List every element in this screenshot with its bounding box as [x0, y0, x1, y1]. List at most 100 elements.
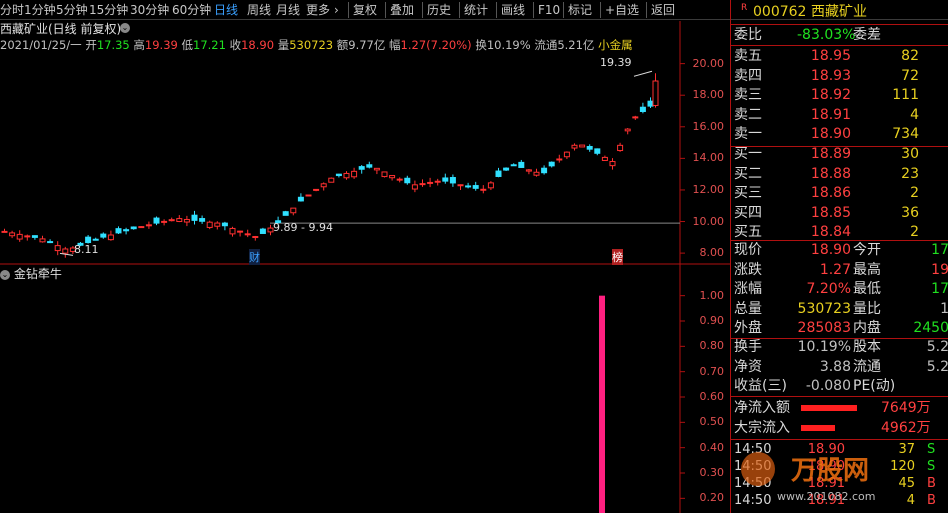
candle-body — [328, 177, 335, 183]
indicator-menu-icon[interactable]: ⌄ — [0, 269, 10, 280]
tab-more[interactable]: 更多 — [306, 2, 330, 18]
tab-5min[interactable]: 5分钟 — [56, 2, 88, 18]
level-price: 18.88 — [810, 165, 851, 182]
sell-level-row[interactable]: 卖五 18.95 82 — [731, 46, 948, 66]
tab-fenshi[interactable]: 分时 — [0, 2, 24, 18]
level-label: 卖四 — [734, 67, 762, 84]
low-annotation: 8.11 — [74, 243, 99, 256]
high-annotation: 19.39 — [600, 56, 632, 69]
flow-value: 7649万 — [881, 400, 931, 416]
tab-monthly[interactable]: 月线 — [276, 2, 300, 18]
buy-level-row[interactable]: 买一 18.89 30 — [731, 144, 948, 164]
stat-row[interactable]: 收益(三) -0.080 PE(动) — [731, 376, 948, 396]
more-arrow-icon[interactable]: › — [334, 2, 339, 18]
overlay-button[interactable]: 叠加 — [385, 2, 414, 18]
stat-label: 换手 — [734, 339, 762, 355]
stat-label-2: PE(动) — [853, 378, 896, 394]
level-label: 买三 — [734, 185, 762, 201]
candle-body — [168, 219, 175, 222]
candle-body — [571, 144, 578, 149]
stat-label-2: 今开 — [853, 242, 881, 258]
weibi-label: 委比 — [734, 27, 762, 43]
history-button[interactable]: 历史 — [422, 2, 451, 18]
candle-body — [259, 228, 266, 234]
adjust-button[interactable]: 复权 — [348, 2, 377, 18]
stat-label: 总量 — [734, 300, 762, 317]
sell-level-row[interactable]: 卖二 18.91 4 — [731, 105, 948, 125]
candle-body — [39, 238, 46, 243]
kline-chart-svg[interactable] — [0, 21, 730, 513]
candle-body — [153, 217, 160, 224]
level-volume: 734 — [892, 126, 919, 142]
level-price: 18.85 — [810, 204, 851, 221]
tab-30min[interactable]: 30分钟 — [130, 2, 169, 18]
stat-row[interactable]: 涨跌 1.27 最高 19 — [731, 260, 948, 280]
tab-60min[interactable]: 60分钟 — [172, 2, 211, 18]
stat-value-2: 17 — [931, 242, 948, 258]
sell-level-row[interactable]: 卖三 18.92 111 — [731, 85, 948, 105]
stat-row[interactable]: 净资 3.88 流通 5.2 — [731, 357, 948, 377]
tab-weekly[interactable]: 周线 — [247, 2, 271, 18]
candle-body — [624, 128, 631, 132]
candle-body — [176, 218, 183, 222]
tab-daily[interactable]: 日线 — [214, 2, 238, 18]
indicator-title[interactable]: ⌄ 金钻牵牛 — [0, 265, 62, 282]
rank-marker[interactable]: 榜 — [612, 249, 623, 265]
stat-row[interactable]: 涨幅 7.20% 最低 17 — [731, 279, 948, 299]
stat-label-2: 量比 — [853, 300, 881, 317]
chevron-down-icon[interactable]: ⌄ — [120, 23, 130, 33]
mark-button[interactable]: 标记 — [563, 2, 592, 18]
candle-body — [419, 183, 426, 186]
stat-row[interactable]: 现价 18.90 今开 17 — [731, 240, 948, 260]
flow-row[interactable]: 大宗流入 4962万 — [731, 418, 948, 438]
kline-chart-area[interactable]: 西藏矿业(日线 前复权) ⌄ 2021/01/25/一 开17.35 高19.3… — [0, 21, 730, 513]
level-volume: 111 — [892, 87, 919, 103]
level-volume: 30 — [901, 146, 919, 162]
sell-level-row[interactable]: 卖四 18.93 72 — [731, 66, 948, 86]
stat-row[interactable]: 总量 530723 量比 1 — [731, 299, 948, 319]
indicator-tick-label: 0.40 — [699, 440, 725, 454]
level-price: 18.93 — [810, 67, 851, 84]
finance-marker[interactable]: 财 — [249, 249, 260, 265]
candle-body — [525, 169, 532, 172]
flow-bar — [801, 405, 857, 411]
flow-row[interactable]: 净流入额 7649万 — [731, 398, 948, 418]
tab-15min[interactable]: 15分钟 — [89, 2, 128, 18]
stats-button[interactable]: 统计 — [459, 2, 488, 18]
buy-level-row[interactable]: 买五 18.84 2 — [731, 222, 948, 242]
sell-level-row[interactable]: 卖一 18.90 734 — [731, 124, 948, 144]
level-volume: 4 — [910, 106, 919, 123]
candle-body — [518, 161, 525, 168]
add-watchlist-button[interactable]: +自选 — [600, 2, 639, 18]
level-label: 卖一 — [734, 126, 762, 142]
buy-level-row[interactable]: 买三 18.86 2 — [731, 183, 948, 203]
buy-level-row[interactable]: 买四 18.85 36 — [731, 203, 948, 223]
f10-button[interactable]: F10 — [533, 2, 560, 18]
level-label: 买四 — [734, 204, 762, 221]
draw-button[interactable]: 画线 — [496, 2, 525, 18]
stat-row[interactable]: 外盘 285083 内盘 2450 — [731, 318, 948, 338]
level-label: 卖五 — [734, 48, 762, 64]
tab-1min[interactable]: 1分钟 — [24, 2, 56, 18]
close-value: 18.90 — [241, 38, 275, 52]
price-tick-label: 10.00 — [692, 214, 725, 228]
candle-body — [54, 245, 61, 252]
stat-row[interactable]: 换手 10.19% 股本 5.2 — [731, 337, 948, 357]
stat-value-2: 5.2 — [926, 358, 948, 375]
candle-body — [214, 222, 221, 227]
candle-body — [639, 106, 646, 113]
price-tick-label: 8.00 — [699, 246, 725, 260]
quote-bar: 2021/01/25/一 开17.35 高19.39 低17.21 收18.90… — [0, 37, 633, 53]
buy-level-row[interactable]: 买二 18.88 23 — [731, 164, 948, 184]
candle-body — [442, 177, 449, 182]
quote-panel: R 000762 西藏矿业 委比 -83.03% 委差 卖五 18.95 82 卖四 1… — [730, 0, 948, 513]
high-label: 高 — [133, 38, 145, 52]
back-button[interactable]: 返回 — [646, 2, 675, 18]
candle-body — [449, 177, 456, 184]
amt-label: 额 — [336, 38, 349, 52]
candle-body — [62, 248, 69, 254]
concept-tag[interactable]: 小金属 — [598, 38, 633, 52]
price-tick-label: 12.00 — [692, 182, 725, 196]
stat-value: 7.20% — [806, 281, 851, 297]
level-price: 18.91 — [810, 106, 851, 123]
